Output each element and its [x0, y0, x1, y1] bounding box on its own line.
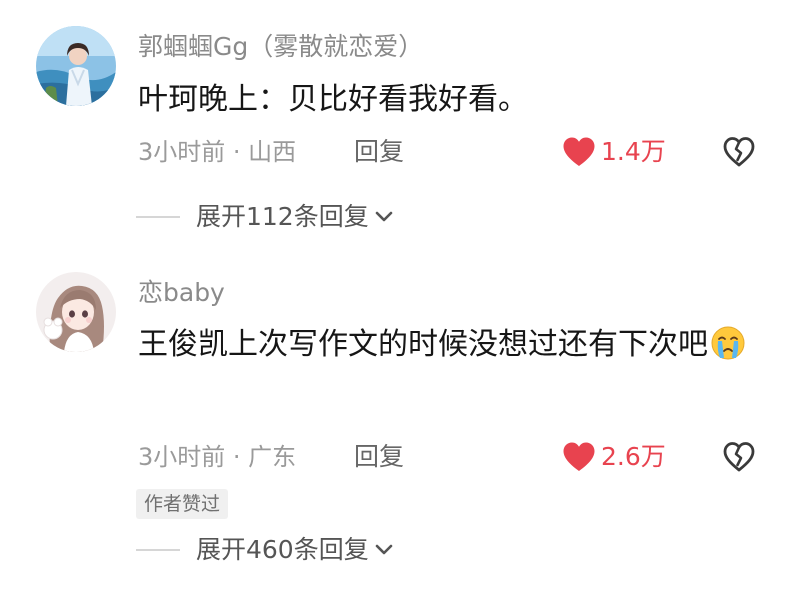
- chevron-down-icon: [375, 544, 393, 555]
- comment-meta-row: 3小时前 · 广东 回复 2.6万: [138, 439, 800, 475]
- heart-icon: [563, 442, 595, 471]
- comment-username[interactable]: 恋baby: [138, 277, 225, 309]
- comment-username[interactable]: 郭蝈蝈Gg（雾散就恋爱）: [138, 31, 423, 63]
- like-count: 2.6万: [601, 442, 666, 471]
- expand-replies-button[interactable]: 展开460条回复: [136, 532, 393, 568]
- comment-time-location: 3小时前 · 广东: [138, 443, 297, 471]
- comment-meta-row: 3小时前 · 山西 回复 1.4万: [138, 134, 800, 170]
- reply-button[interactable]: 回复: [354, 439, 404, 475]
- like-count: 1.4万: [601, 137, 666, 166]
- crying-face-emoji-icon: [710, 325, 746, 361]
- avatar-anime-girl-icon: [36, 272, 116, 352]
- comment-text: 叶珂晚上：贝比好看我好看。: [138, 82, 528, 117]
- like-button[interactable]: 1.4万: [562, 134, 666, 170]
- like-button[interactable]: 2.6万: [562, 439, 666, 475]
- heart-icon: [563, 137, 595, 166]
- dislike-button[interactable]: [722, 440, 756, 474]
- expand-replies-label: 展开112条回复: [196, 202, 369, 231]
- comment-item: 恋baby 王俊凯上次写作文的时候没想过还有下次吧 3小时前 · 广东 回复 2…: [0, 260, 800, 599]
- author-liked-badge: 作者赞过: [136, 489, 229, 519]
- dislike-button[interactable]: [722, 135, 756, 169]
- expand-replies-label: 展开460条回复: [196, 535, 369, 564]
- comment-text: 王俊凯上次写作文的时候没想过还有下次吧: [138, 318, 758, 372]
- divider-line: [136, 549, 180, 551]
- comment-text-content: 王俊凯上次写作文的时候没想过还有下次吧: [138, 327, 708, 362]
- expand-replies-button[interactable]: 展开112条回复: [136, 199, 393, 235]
- avatar[interactable]: [36, 26, 116, 106]
- avatar-photo-icon: [36, 26, 116, 106]
- broken-heart-icon: [723, 137, 755, 167]
- chevron-down-icon: [375, 211, 393, 222]
- comment-item: 郭蝈蝈Gg（雾散就恋爱） 叶珂晚上：贝比好看我好看。 3小时前 · 山西 回复 …: [0, 0, 800, 260]
- avatar[interactable]: [36, 272, 116, 352]
- divider-line: [136, 216, 180, 218]
- comment-time-location: 3小时前 · 山西: [138, 138, 297, 166]
- reply-button[interactable]: 回复: [354, 134, 404, 170]
- broken-heart-icon: [723, 442, 755, 472]
